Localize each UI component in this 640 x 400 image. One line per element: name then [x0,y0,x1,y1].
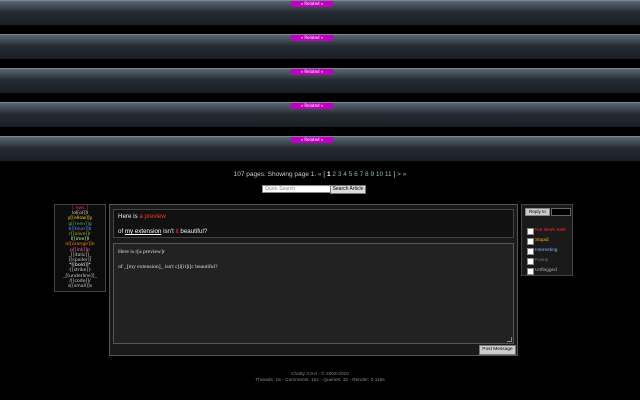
flag-option-label: Not Work Safe [535,228,567,233]
top-banner-3: « Related » [0,68,640,93]
flag-option-label: Interesting [535,248,558,253]
top-banner-2: « Related » [0,34,640,59]
search-input[interactable]: Quick Search [262,185,331,193]
pager-close: ] [393,171,396,178]
reply-to-field[interactable] [551,208,571,216]
related-tag[interactable]: « Related » [291,103,333,109]
resize-handle-icon[interactable] [507,337,512,342]
page-link[interactable]: 7 [360,171,364,178]
reply-options-panel: Reply to Not Work Safe Stupid Interesting F… [521,204,573,276]
pager-next[interactable]: > » [397,171,406,178]
post-message-button[interactable]: Post Message [479,345,516,355]
footer-stats: Threads: 15 - Comments: 152 - Queries: 3… [255,378,385,383]
flag-option-label: Funny [535,258,549,263]
preview-text: of [118,228,125,235]
pager-summary: 107 pages. Showing page 1. [233,171,317,178]
editor-line: of _[my extension]_ isn't c[i[it]i]c bea… [118,264,218,270]
pager-open: [ [323,171,326,178]
flag-option-label: Stupid [535,238,549,243]
post-form: Here is a preview of my extension isn't … [109,204,518,356]
page-link[interactable]: 8 [365,171,369,178]
reply-to-button[interactable]: Reply to [525,208,550,216]
top-banner-1: « Related » [0,0,640,25]
message-textarea[interactable]: Here is r[a preview]r of _[my extension]… [113,243,514,344]
page-link[interactable]: 11 [385,171,392,178]
preview-red-text: a preview [139,213,166,220]
flag-option-label: Unflagged [535,268,557,273]
page-link[interactable]: 5 [349,171,353,178]
page-link[interactable]: 6 [354,171,358,178]
preview-line: Here is a preview [118,213,166,220]
page-link[interactable]: 2 [332,171,336,178]
tag-shortcut-list: [ nws ] lol[ol]]l y[[ellow]]y g[[reen]]g b[[… [54,204,106,292]
page-link[interactable]: 4 [343,171,347,178]
checkbox-icon[interactable] [527,238,534,245]
preview-text: Here is [118,213,140,220]
related-tag[interactable]: « Related » [291,35,333,41]
related-tag[interactable]: « Related » [291,69,333,75]
post-preview: Here is a preview of my extension isn't … [113,209,514,238]
pager-current: 1 [326,171,331,178]
page-link[interactable]: 9 [370,171,374,178]
preview-text: isn't [161,228,176,235]
page-footer: Chatty 3.0.0 - © 2003-2010 Threads: 15 -… [0,372,640,384]
preview-line: of my extension isn't it beautiful? [118,228,207,235]
tag-shortcut[interactable]: s[[small]]s [55,284,105,289]
top-banner-5: « Related » [0,136,640,161]
top-banner-4: « Related » [0,102,640,127]
related-tag[interactable]: « Related » [291,137,333,143]
checkbox-icon[interactable] [527,228,534,235]
related-tag[interactable]: « Related » [291,1,333,7]
editor-line: Here is r[a preview]r [118,249,165,255]
pager-prev[interactable]: « [318,171,322,178]
preview-text: beautiful? [178,228,208,235]
page-link[interactable]: 3 [338,171,342,178]
pagination: 107 pages. Showing page 1. « [ 1 2 3 4 5… [0,171,640,178]
search-button[interactable]: Search Article [330,185,366,194]
preview-link[interactable]: my extension [125,228,161,235]
checkbox-icon[interactable] [527,248,534,255]
checkbox-icon[interactable] [527,258,534,265]
page-link[interactable]: 10 [376,171,383,178]
checkbox-icon[interactable] [527,268,534,275]
